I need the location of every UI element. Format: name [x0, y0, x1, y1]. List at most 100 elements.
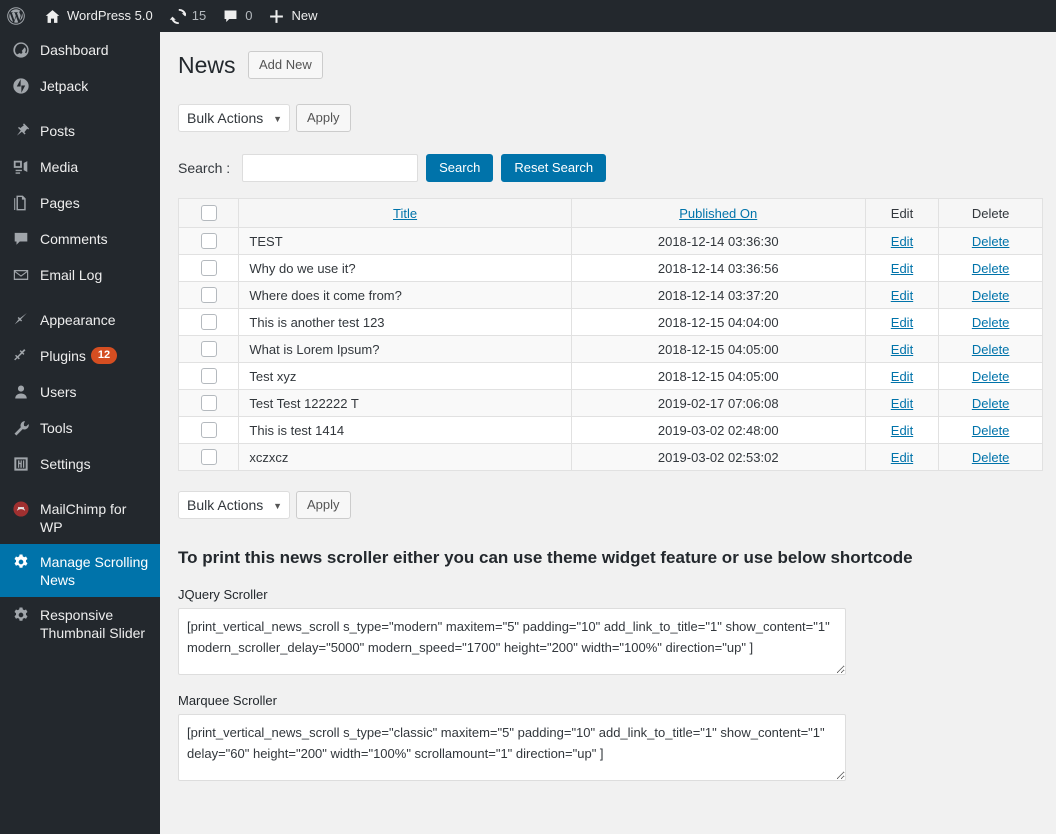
jquery-scroller-shortcode-textarea[interactable] [178, 608, 846, 675]
media-icon [11, 157, 31, 177]
sidebar-item-settings[interactable]: Settings [0, 446, 160, 482]
new-content-button[interactable]: New [260, 0, 325, 32]
table-row: Why do we use it? 2018-12-14 03:36:56 Edit… [177, 254, 1043, 282]
bulk-actions-select-top[interactable]: Bulk Actions [178, 104, 290, 132]
column-header-title-link[interactable]: Title [393, 206, 417, 221]
row-published-on: 2018-12-15 04:05:00 [570, 362, 866, 390]
row-edit-cell: Edit [864, 443, 940, 471]
row-delete-cell: Delete [938, 416, 1043, 444]
row-edit-link[interactable]: Edit [891, 450, 913, 465]
row-delete-cell: Delete [938, 308, 1043, 336]
search-input[interactable] [242, 154, 419, 182]
row-edit-link[interactable]: Edit [891, 288, 913, 303]
select-all-checkbox[interactable] [200, 205, 217, 222]
row-delete-link[interactable]: Delete [972, 369, 1010, 384]
column-header-delete: Delete [938, 198, 1043, 228]
row-delete-link[interactable]: Delete [972, 342, 1010, 357]
row-select-cell [177, 254, 240, 282]
row-select-cell [177, 335, 240, 363]
sidebar-item-manage-scrolling-news[interactable]: Manage Scrolling News [0, 544, 168, 597]
row-select-cell [177, 281, 240, 309]
row-edit-cell: Edit [864, 281, 940, 309]
row-delete-link[interactable]: Delete [972, 396, 1010, 411]
sidebar-item-users[interactable]: Users [0, 374, 160, 410]
row-delete-link[interactable]: Delete [972, 261, 1010, 276]
row-select-checkbox[interactable] [200, 449, 217, 466]
row-edit-link[interactable]: Edit [891, 261, 913, 276]
row-published-on: 2018-12-15 04:05:00 [570, 335, 866, 363]
page-title: News [178, 52, 236, 78]
sidebar-item-appearance[interactable]: Appearance [0, 302, 160, 338]
sidebar-item-label: Jetpack [40, 78, 89, 94]
row-edit-link[interactable]: Edit [891, 315, 913, 330]
comments-button[interactable]: 0 [214, 0, 260, 32]
row-title: Why do we use it? [238, 254, 572, 282]
row-select-checkbox[interactable] [200, 341, 217, 358]
sidebar-item-label: Tools [40, 420, 73, 436]
bulk-actions-select-bottom-wrap: Bulk Actions ▼ [178, 491, 290, 519]
reset-search-button[interactable]: Reset Search [501, 154, 607, 182]
sidebar-item-responsive-thumbnail-slider[interactable]: Responsive Thumbnail Slider [0, 597, 160, 650]
row-delete-link[interactable]: Delete [972, 234, 1010, 249]
row-edit-cell: Edit [864, 416, 940, 444]
row-select-cell [177, 443, 240, 471]
sidebar-item-dashboard[interactable]: Dashboard [0, 32, 160, 68]
apply-button-bottom[interactable]: Apply [296, 491, 351, 519]
row-delete-link[interactable]: Delete [972, 288, 1010, 303]
row-edit-cell: Edit [864, 308, 940, 336]
sidebar-item-plugins[interactable]: Plugins 12 [0, 338, 160, 374]
row-select-checkbox[interactable] [200, 368, 217, 385]
sidebar-item-posts[interactable]: Posts [0, 113, 160, 149]
row-delete-cell: Delete [938, 362, 1043, 390]
row-select-checkbox[interactable] [200, 422, 217, 439]
column-header-date[interactable]: Published On [570, 198, 866, 228]
row-select-checkbox[interactable] [200, 287, 217, 304]
table-row: TEST 2018-12-14 03:36:30 Edit Delete [177, 227, 1043, 255]
sidebar-item-comments[interactable]: Comments [0, 221, 160, 257]
row-select-checkbox[interactable] [200, 260, 217, 277]
sidebar-item-label: Users [40, 384, 77, 400]
sidebar-item-media[interactable]: Media [0, 149, 160, 185]
column-header-title[interactable]: Title [238, 198, 572, 228]
apply-button-top[interactable]: Apply [296, 104, 351, 132]
row-delete-link[interactable]: Delete [972, 423, 1010, 438]
wordpress-logo-button[interactable] [0, 0, 36, 32]
row-edit-link[interactable]: Edit [891, 369, 913, 384]
news-table-head: Title Published On Edit Delete [177, 198, 1043, 228]
row-edit-link[interactable]: Edit [891, 396, 913, 411]
updates-button[interactable]: 15 [161, 0, 214, 32]
marquee-scroller-shortcode-textarea[interactable] [178, 714, 846, 781]
row-edit-link[interactable]: Edit [891, 234, 913, 249]
comment-bubble-icon [11, 229, 31, 249]
row-select-checkbox[interactable] [200, 395, 217, 412]
row-select-cell [177, 227, 240, 255]
sidebar-item-label: Responsive Thumbnail Slider [40, 607, 146, 641]
new-content-label: New [291, 8, 318, 23]
marquee-scroller-label: Marquee Scroller [178, 693, 277, 708]
jetpack-icon [11, 76, 31, 96]
sidebar-item-mailchimp-for-wp[interactable]: MailChimp for WP [0, 491, 160, 544]
home-icon [44, 8, 61, 25]
row-delete-link[interactable]: Delete [972, 315, 1010, 330]
settings-sliders-icon [11, 454, 31, 474]
sidebar-item-label: Appearance [40, 312, 116, 328]
table-row: What is Lorem Ipsum? 2018-12-15 04:05:00 E… [177, 335, 1043, 363]
row-select-cell [177, 308, 240, 336]
row-edit-link[interactable]: Edit [891, 423, 913, 438]
main-content: News Add New Bulk Actions ▼ Apply Search… [160, 32, 1056, 834]
row-select-checkbox[interactable] [200, 233, 217, 250]
row-edit-link[interactable]: Edit [891, 342, 913, 357]
bulk-actions-select-bottom[interactable]: Bulk Actions [178, 491, 290, 519]
sidebar-item-email-log[interactable]: Email Log [0, 257, 160, 293]
add-new-button[interactable]: Add New [247, 50, 323, 79]
row-delete-link[interactable]: Delete [972, 450, 1010, 465]
dashboard-icon [11, 40, 31, 60]
search-button[interactable]: Search [426, 154, 494, 182]
sidebar-item-jetpack[interactable]: Jetpack [0, 68, 160, 104]
sidebar-item-pages[interactable]: Pages [0, 185, 160, 221]
site-name-label: WordPress 5.0 [67, 8, 153, 23]
column-header-date-link[interactable]: Published On [679, 206, 757, 221]
row-select-checkbox[interactable] [200, 314, 217, 331]
sidebar-item-tools[interactable]: Tools [0, 410, 160, 446]
site-name-button[interactable]: WordPress 5.0 [36, 0, 161, 32]
